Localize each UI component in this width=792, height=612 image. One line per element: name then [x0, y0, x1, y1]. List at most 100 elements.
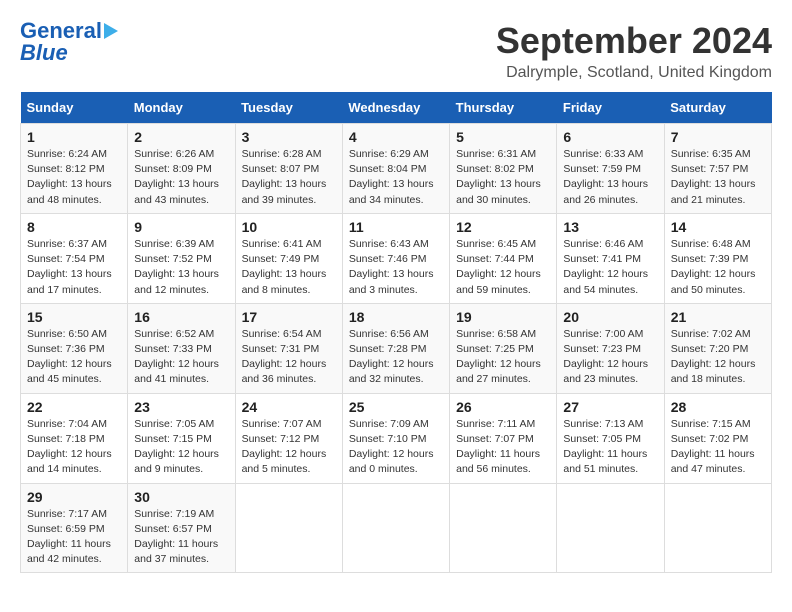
day-cell-15: 15 Sunrise: 6:50 AM Sunset: 7:36 PM Dayli… — [21, 303, 128, 393]
day-cell-12: 12 Sunrise: 6:45 AM Sunset: 7:44 PM Dayli… — [450, 213, 557, 303]
day-info: Sunrise: 6:56 AM Sunset: 7:28 PM Dayligh… — [349, 327, 443, 388]
col-header-wednesday: Wednesday — [342, 92, 449, 124]
day-number: 27 — [563, 399, 657, 415]
day-number: 6 — [563, 129, 657, 145]
day-number: 13 — [563, 219, 657, 235]
day-info: Sunrise: 6:29 AM Sunset: 8:04 PM Dayligh… — [349, 147, 443, 208]
day-cell-26: 26Sunrise: 7:11 AM Sunset: 7:07 PM Dayli… — [450, 393, 557, 483]
day-info: Sunrise: 6:50 AM Sunset: 7:36 PM Dayligh… — [27, 327, 121, 388]
calendar-subtitle: Dalrymple, Scotland, United Kingdom — [496, 64, 772, 82]
day-number: 7 — [671, 129, 765, 145]
day-info: Sunrise: 7:15 AM Sunset: 7:02 PM Dayligh… — [671, 417, 765, 478]
day-cell-6: 6 Sunrise: 6:33 AM Sunset: 7:59 PM Daylig… — [557, 124, 664, 214]
day-number: 17 — [242, 309, 336, 325]
day-cell-5: 5 Sunrise: 6:31 AM Sunset: 8:02 PM Daylig… — [450, 124, 557, 214]
week-row-1: 1Sunrise: 6:24 AM Sunset: 8:12 PM Daylig… — [21, 124, 772, 214]
empty-cell — [235, 483, 342, 573]
day-info: Sunrise: 6:54 AM Sunset: 7:31 PM Dayligh… — [242, 327, 336, 388]
day-number: 3 — [242, 129, 336, 145]
week-row-2: 8 Sunrise: 6:37 AM Sunset: 7:54 PM Daylig… — [21, 213, 772, 303]
day-info: Sunrise: 7:17 AM Sunset: 6:59 PM Dayligh… — [27, 507, 121, 568]
day-info: Sunrise: 6:46 AM Sunset: 7:41 PM Dayligh… — [563, 237, 657, 298]
day-number: 4 — [349, 129, 443, 145]
day-number: 11 — [349, 219, 443, 235]
day-info: Sunrise: 6:31 AM Sunset: 8:02 PM Dayligh… — [456, 147, 550, 208]
day-number: 14 — [671, 219, 765, 235]
day-info: Sunrise: 7:07 AM Sunset: 7:12 PM Dayligh… — [242, 417, 336, 478]
day-number: 23 — [134, 399, 228, 415]
day-number: 5 — [456, 129, 550, 145]
day-cell-19: 19 Sunrise: 6:58 AM Sunset: 7:25 PM Dayli… — [450, 303, 557, 393]
calendar-table: SundayMondayTuesdayWednesdayThursdayFrid… — [20, 92, 772, 573]
day-info: Sunrise: 7:19 AM Sunset: 6:57 PM Dayligh… — [134, 507, 228, 568]
title-area: September 2024 Dalrymple, Scotland, Unit… — [496, 20, 772, 82]
day-info: Sunrise: 7:02 AM Sunset: 7:20 PM Dayligh… — [671, 327, 765, 388]
day-cell-1: 1Sunrise: 6:24 AM Sunset: 8:12 PM Daylig… — [21, 124, 128, 214]
day-cell-22: 22 Sunrise: 7:04 AM Sunset: 7:18 PM Dayli… — [21, 393, 128, 483]
day-number: 16 — [134, 309, 228, 325]
day-number: 10 — [242, 219, 336, 235]
day-info: Sunrise: 6:58 AM Sunset: 7:25 PM Dayligh… — [456, 327, 550, 388]
empty-cell — [342, 483, 449, 573]
day-info: Sunrise: 6:37 AM Sunset: 7:54 PM Dayligh… — [27, 237, 121, 298]
day-info: Sunrise: 6:45 AM Sunset: 7:44 PM Dayligh… — [456, 237, 550, 298]
day-cell-13: 13 Sunrise: 6:46 AM Sunset: 7:41 PM Dayli… — [557, 213, 664, 303]
day-number: 9 — [134, 219, 228, 235]
empty-cell — [450, 483, 557, 573]
day-number: 19 — [456, 309, 550, 325]
day-info: Sunrise: 7:09 AM Sunset: 7:10 PM Dayligh… — [349, 417, 443, 478]
day-cell-14: 14 Sunrise: 6:48 AM Sunset: 7:39 PM Dayli… — [664, 213, 771, 303]
day-number: 20 — [563, 309, 657, 325]
col-header-monday: Monday — [128, 92, 235, 124]
day-info: Sunrise: 6:52 AM Sunset: 7:33 PM Dayligh… — [134, 327, 228, 388]
day-info: Sunrise: 6:48 AM Sunset: 7:39 PM Dayligh… — [671, 237, 765, 298]
day-info: Sunrise: 7:11 AM Sunset: 7:07 PM Dayligh… — [456, 417, 550, 478]
day-cell-30: 30 Sunrise: 7:19 AM Sunset: 6:57 PM Dayli… — [128, 483, 235, 573]
col-header-thursday: Thursday — [450, 92, 557, 124]
logo-text: General — [20, 20, 102, 42]
day-info: Sunrise: 7:13 AM Sunset: 7:05 PM Dayligh… — [563, 417, 657, 478]
day-number: 30 — [134, 489, 228, 505]
day-info: Sunrise: 6:28 AM Sunset: 8:07 PM Dayligh… — [242, 147, 336, 208]
day-cell-20: 20 Sunrise: 7:00 AM Sunset: 7:23 PM Dayli… — [557, 303, 664, 393]
empty-cell — [557, 483, 664, 573]
day-number: 28 — [671, 399, 765, 415]
day-number: 15 — [27, 309, 121, 325]
calendar-title: September 2024 — [496, 20, 772, 62]
day-info: Sunrise: 7:04 AM Sunset: 7:18 PM Dayligh… — [27, 417, 121, 478]
day-number: 22 — [27, 399, 121, 415]
week-row-3: 15 Sunrise: 6:50 AM Sunset: 7:36 PM Dayli… — [21, 303, 772, 393]
day-cell-24: 24 Sunrise: 7:07 AM Sunset: 7:12 PM Dayli… — [235, 393, 342, 483]
col-header-sunday: Sunday — [21, 92, 128, 124]
day-number: 21 — [671, 309, 765, 325]
day-info: Sunrise: 7:00 AM Sunset: 7:23 PM Dayligh… — [563, 327, 657, 388]
day-info: Sunrise: 6:41 AM Sunset: 7:49 PM Dayligh… — [242, 237, 336, 298]
day-cell-3: 3 Sunrise: 6:28 AM Sunset: 8:07 PM Daylig… — [235, 124, 342, 214]
day-number: 24 — [242, 399, 336, 415]
day-cell-29: 29 Sunrise: 7:17 AM Sunset: 6:59 PM Dayli… — [21, 483, 128, 573]
day-number: 29 — [27, 489, 121, 505]
col-header-saturday: Saturday — [664, 92, 771, 124]
day-number: 8 — [27, 219, 121, 235]
logo-arrow-icon — [104, 23, 118, 39]
day-cell-8: 8 Sunrise: 6:37 AM Sunset: 7:54 PM Daylig… — [21, 213, 128, 303]
day-info: Sunrise: 6:33 AM Sunset: 7:59 PM Dayligh… — [563, 147, 657, 208]
day-cell-10: 10 Sunrise: 6:41 AM Sunset: 7:49 PM Dayli… — [235, 213, 342, 303]
day-cell-9: 9 Sunrise: 6:39 AM Sunset: 7:52 PM Daylig… — [128, 213, 235, 303]
day-cell-2: 2Sunrise: 6:26 AM Sunset: 8:09 PM Daylig… — [128, 124, 235, 214]
logo-blue-text: Blue — [20, 42, 68, 64]
day-cell-17: 17 Sunrise: 6:54 AM Sunset: 7:31 PM Dayli… — [235, 303, 342, 393]
day-cell-16: 16 Sunrise: 6:52 AM Sunset: 7:33 PM Dayli… — [128, 303, 235, 393]
day-number: 1 — [27, 129, 121, 145]
day-number: 18 — [349, 309, 443, 325]
col-header-friday: Friday — [557, 92, 664, 124]
day-cell-25: 25Sunrise: 7:09 AM Sunset: 7:10 PM Dayli… — [342, 393, 449, 483]
day-number: 12 — [456, 219, 550, 235]
day-info: Sunrise: 6:39 AM Sunset: 7:52 PM Dayligh… — [134, 237, 228, 298]
day-cell-7: 7Sunrise: 6:35 AM Sunset: 7:57 PM Daylig… — [664, 124, 771, 214]
day-cell-23: 23 Sunrise: 7:05 AM Sunset: 7:15 PM Dayli… — [128, 393, 235, 483]
day-info: Sunrise: 7:05 AM Sunset: 7:15 PM Dayligh… — [134, 417, 228, 478]
calendar-body: 1Sunrise: 6:24 AM Sunset: 8:12 PM Daylig… — [21, 124, 772, 573]
day-info: Sunrise: 6:26 AM Sunset: 8:09 PM Dayligh… — [134, 147, 228, 208]
day-cell-4: 4 Sunrise: 6:29 AM Sunset: 8:04 PM Daylig… — [342, 124, 449, 214]
